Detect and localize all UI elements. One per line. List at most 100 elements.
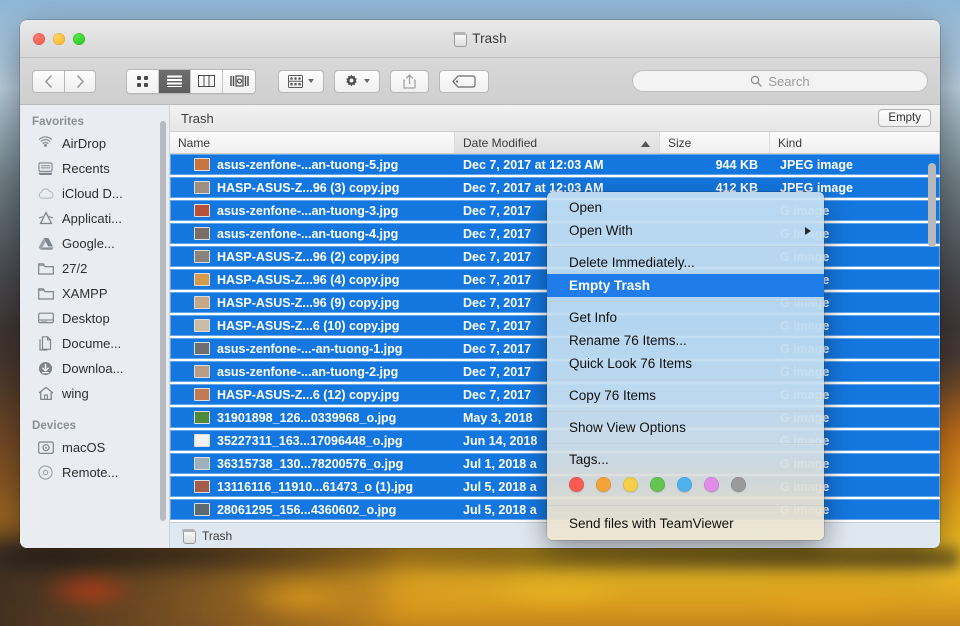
edit-tags-button[interactable] [439,69,489,93]
action-menu-button[interactable] [334,69,380,93]
sidebar-item-xampp[interactable]: XAMPP [20,281,169,306]
menu-item-get-info[interactable]: Get Info [547,306,824,329]
share-icon [403,73,416,89]
minimize-button[interactable] [53,32,65,45]
file-name-cell: asus-zenfone-...an-tuong-2.jpg [170,365,455,379]
menu-item-show-view-options[interactable]: Show View Options [547,416,824,439]
menu-item-tags[interactable]: Tags... [547,448,824,471]
sidebar-item-home[interactable]: wing [20,381,169,406]
sidebar-item-airdrop[interactable]: AirDrop [20,131,169,156]
sidebar-scrollbar[interactable] [160,121,166,521]
trash-icon [182,528,196,544]
menu-item-delete-immediately[interactable]: Delete Immediately... [547,251,824,274]
sidebar-item-macos[interactable]: macOS [20,435,169,460]
file-name-cell: HASP-ASUS-Z...96 (3) copy.jpg [170,181,455,195]
icon-view-icon [137,75,148,87]
view-mode-segmented-control [126,68,256,94]
sidebar-item-google-drive[interactable]: Google... [20,231,169,256]
google-drive-icon [37,235,54,252]
group-items-button[interactable] [278,69,324,93]
sidebar-item-desktop[interactable]: Desktop [20,306,169,331]
airdrop-icon [37,135,54,152]
file-name-cell: asus-zenfone-...an-tuong-5.jpg [170,158,455,172]
pane-title: Trash [181,110,214,126]
gallery-view-button[interactable] [223,69,255,93]
sidebar-item-label: Downloa... [62,361,124,376]
sidebar-item-27-2[interactable]: 27/2 [20,256,169,281]
tag-color-dot-3[interactable] [623,477,638,492]
tag-color-dot-6[interactable] [704,477,719,492]
chevron-right-icon [76,74,84,88]
sort-ascending-icon [641,136,650,150]
menu-item-copy-76-items[interactable]: Copy 76 Items [547,384,824,407]
sidebar-item-label: macOS [62,440,106,455]
forward-button[interactable] [64,69,96,93]
file-thumbnail-icon [194,365,210,378]
menu-item-open-with[interactable]: Open With [547,219,824,242]
sidebar-item-recents[interactable]: Recents [20,156,169,181]
tag-color-dot-2[interactable] [596,477,611,492]
menu-item-empty-trash[interactable]: Empty Trash [547,274,824,297]
menu-item-open[interactable]: Open [547,196,824,219]
back-button[interactable] [32,69,64,93]
sidebar-item-documents[interactable]: Docume... [20,331,169,356]
file-thumbnail-icon [194,388,210,401]
navigation-buttons [32,69,96,93]
column-header-kind[interactable]: Kind [770,132,940,153]
file-thumbnail-icon [194,250,210,263]
file-name-label: asus-zenfone-...an-tuong-4.jpg [217,226,399,241]
tag-color-dot-4[interactable] [650,477,665,492]
sidebar-item-applications[interactable]: Applicati... [20,206,169,231]
icon-view-button[interactable] [127,69,159,93]
tag-color-dot-1[interactable] [569,477,584,492]
column-header-name[interactable]: Name [170,132,455,153]
sidebar-item-label: wing [62,386,89,401]
share-button[interactable] [390,69,429,93]
window-titlebar[interactable]: Trash [20,20,940,58]
column-header-size[interactable]: Size [660,132,770,153]
list-view-icon [167,75,182,87]
zoom-button[interactable] [73,32,85,45]
file-name-label: 36315738_130...78200576_o.jpg [217,456,404,471]
downloads-icon [37,360,54,377]
tag-color-dot-5[interactable] [677,477,692,492]
column-view-button[interactable] [191,69,223,93]
menu-item-send-files-with-teamviewer[interactable]: Send files with TeamViewer [547,510,824,536]
column-header-label: Date Modified [463,135,538,150]
tag-color-dot-7[interactable] [731,477,746,492]
sidebar-item-label: Google... [62,236,115,251]
menu-item-label: Empty Trash [569,278,651,293]
list-view-button[interactable] [159,69,191,93]
empty-trash-button[interactable]: Empty [878,109,931,127]
table-row[interactable]: asus-zenfone-...an-tuong-5.jpg Dec 7, 201… [170,154,940,177]
sidebar-group-devices: Devices [32,420,77,432]
sidebar-item-label: Applicati... [62,211,122,226]
search-field[interactable]: Search [632,70,928,92]
scrollbar-thumb[interactable] [928,163,936,247]
close-button[interactable] [33,32,45,45]
menu-separator [547,379,824,380]
file-name-label: HASP-ASUS-Z...96 (4) copy.jpg [217,272,400,287]
menu-item-label: Delete Immediately... [569,255,695,270]
menu-separator [547,443,824,444]
sidebar-item-label: iCloud D... [62,186,123,201]
toolbar: Search [20,58,940,105]
file-list-scrollbar[interactable] [928,157,936,522]
pane-header: Trash Empty [170,105,940,132]
home-icon [37,385,54,402]
file-name-label: HASP-ASUS-Z...96 (2) copy.jpg [217,249,400,264]
file-thumbnail-icon [194,227,210,240]
sidebar-item-remote-disc[interactable]: Remote... [20,460,169,485]
file-name-cell: HASP-ASUS-Z...6 (12) copy.jpg [170,388,455,402]
column-header-date-modified[interactable]: Date Modified [455,132,660,153]
sidebar-item-downloads[interactable]: Downloa... [20,356,169,381]
menu-item-rename-76-items[interactable]: Rename 76 Items... [547,329,824,352]
remote-disc-icon [37,464,54,481]
menu-item-quick-look-76-items[interactable]: Quick Look 76 Items [547,352,824,375]
file-thumbnail-icon [194,273,210,286]
sidebar-item-icloud-drive[interactable]: iCloud D... [20,181,169,206]
sidebar-item-label: 27/2 [62,261,88,276]
file-name-label: HASP-ASUS-Z...6 (10) copy.jpg [217,318,400,333]
context-menu[interactable]: Open Open With Delete Immediately... Empty … [547,192,824,540]
file-name-cell: 36315738_130...78200576_o.jpg [170,457,455,471]
